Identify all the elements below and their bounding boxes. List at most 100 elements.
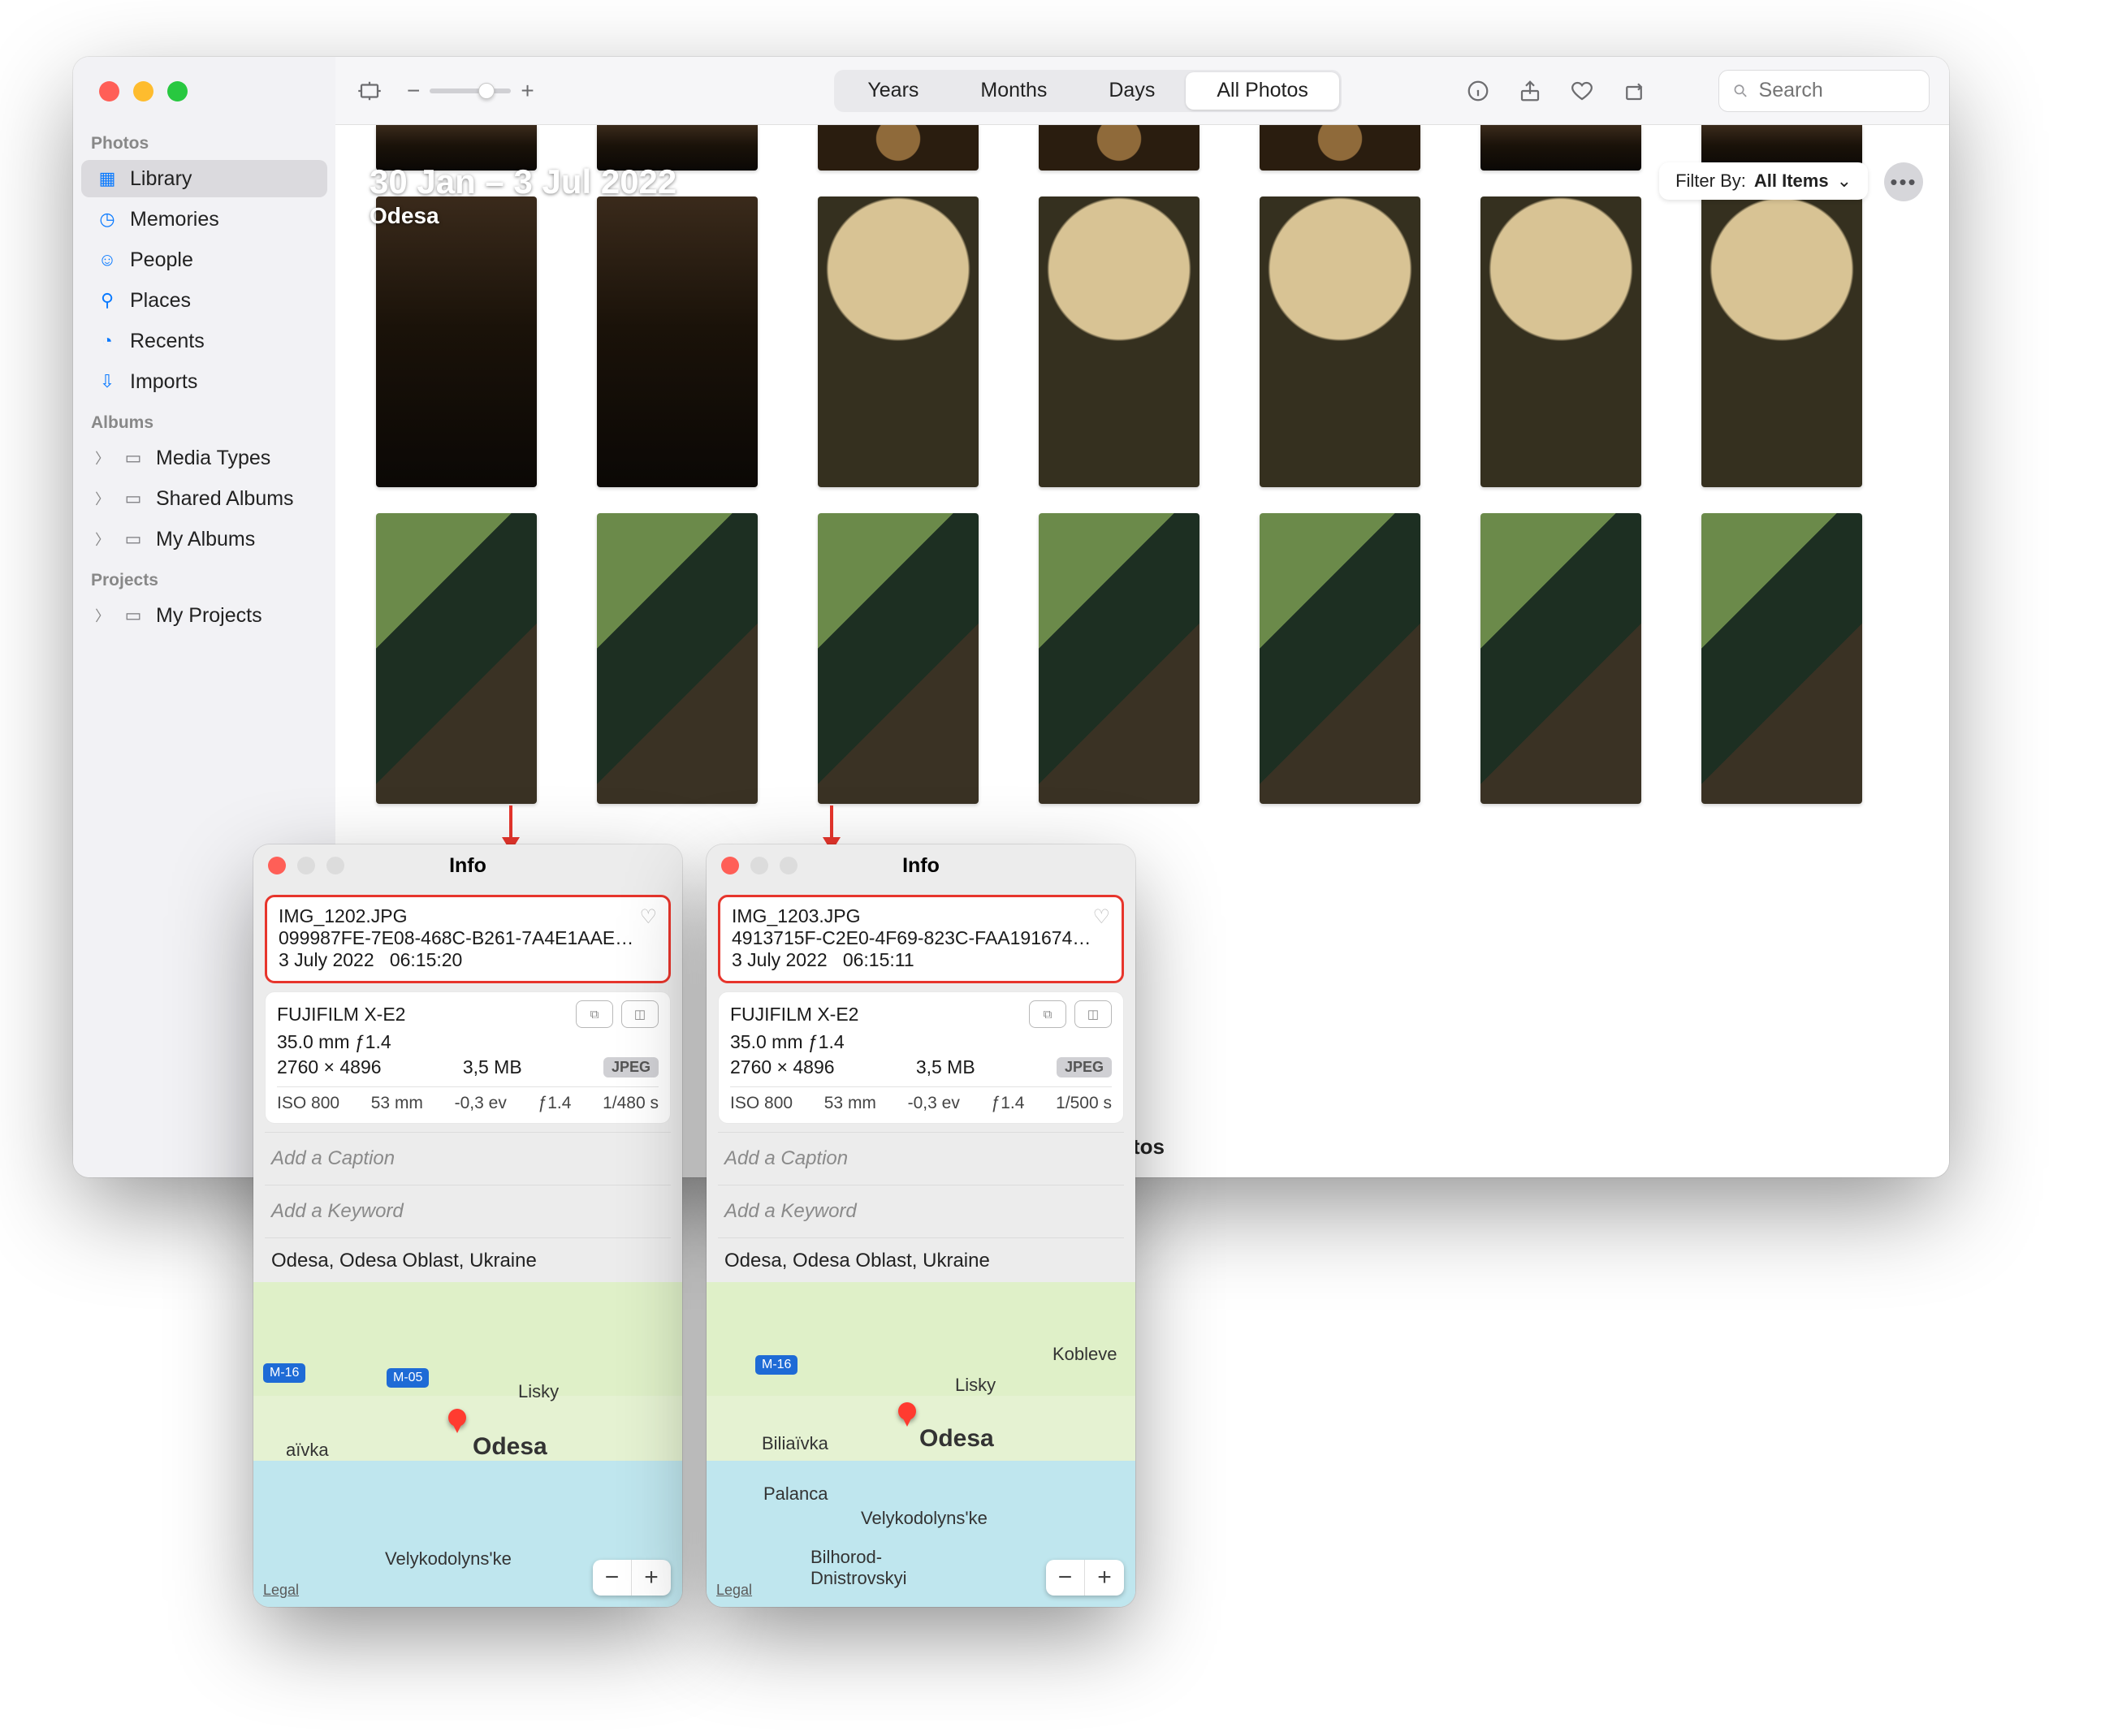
toolbar: − + Years Months Days All Photos [335, 57, 1949, 125]
photo-thumbnail[interactable] [1260, 513, 1420, 804]
sidebar-item-my-projects[interactable]: 〉 ▭ My Projects [81, 597, 327, 634]
map-pin-icon [448, 1409, 466, 1427]
sidebar-item-label: My Projects [156, 604, 262, 628]
location-text[interactable]: Odesa, Odesa Oblast, Ukraine [265, 1237, 671, 1282]
sidebar-item-label: Shared Albums [156, 487, 294, 511]
fullscreen-window-button[interactable] [167, 81, 188, 101]
zoom-out-icon[interactable]: − [407, 78, 420, 104]
map-city-label: Lisky [518, 1381, 559, 1402]
sidebar-item-library[interactable]: ▦ Library [81, 160, 327, 197]
photo-thumbnail[interactable] [1480, 125, 1641, 171]
heart-icon[interactable]: ♡ [1092, 905, 1110, 929]
map-city-label: Velykodolyns'ke [861, 1508, 988, 1529]
caption-input[interactable]: Add a Caption [265, 1132, 671, 1185]
sidebar-item-recents[interactable]: ◔ Recents [81, 322, 327, 360]
sidebar-item-label: People [130, 248, 193, 272]
filter-button[interactable]: Filter By: All Items ⌄ [1659, 162, 1868, 200]
photo-thumbnail[interactable] [376, 196, 537, 487]
location-text[interactable]: Odesa, Odesa Oblast, Ukraine [718, 1237, 1124, 1282]
photo-thumbnail[interactable] [1480, 196, 1641, 487]
photo-thumbnail[interactable] [818, 125, 979, 171]
photo-thumbnail[interactable] [597, 196, 758, 487]
caption-input[interactable]: Add a Caption [718, 1132, 1124, 1185]
sidebar-item-label: Places [130, 289, 191, 313]
close-window-button[interactable] [721, 857, 739, 874]
photo-thumbnail[interactable] [1480, 513, 1641, 804]
photo-thumbnail[interactable] [597, 513, 758, 804]
location-map[interactable]: M-16 Biliaïvka Palanca Lisky Kobleve Ode… [707, 1282, 1135, 1607]
keyword-input[interactable]: Add a Keyword [718, 1185, 1124, 1237]
seg-days[interactable]: Days [1078, 72, 1186, 110]
sidebar-item-shared-albums[interactable]: 〉 ▭ Shared Albums [81, 480, 327, 517]
sidebar-item-places[interactable]: ⚲ Places [81, 282, 327, 319]
sidebar-item-media-types[interactable]: 〉 ▭ Media Types [81, 439, 327, 477]
zoom-in-icon[interactable]: + [521, 78, 534, 104]
info-toolbar-button[interactable] [1463, 76, 1493, 106]
sidebar-item-imports[interactable]: ⇩ Imports [81, 363, 327, 400]
fullscreen-window-button[interactable] [780, 857, 797, 874]
photo-row [335, 196, 1949, 487]
location-map[interactable]: M-16 M-05 aïvka Lisky Odesa Velykodolyns… [253, 1282, 682, 1607]
map-legal-link[interactable]: Legal [716, 1582, 752, 1599]
share-button[interactable] [1515, 76, 1545, 106]
keyword-input[interactable]: Add a Keyword [265, 1185, 671, 1237]
photo-thumbnail[interactable] [1701, 196, 1862, 487]
file-info-card: ♡ IMG_1203.JPG 4913715F-C2E0-4F69-823C-F… [718, 895, 1124, 983]
map-zoom-out-button[interactable]: − [593, 1560, 632, 1596]
zoom-control[interactable]: − + [407, 78, 534, 104]
map-city-label: Odesa [919, 1425, 994, 1453]
map-zoom-in-button[interactable]: + [1085, 1560, 1124, 1596]
close-window-button[interactable] [268, 857, 286, 874]
folder-icon: ▭ [120, 445, 146, 471]
imports-icon: ⇩ [94, 369, 120, 395]
exif-row: ISO 800 53 mm -0,3 ev ƒ1.4 1/480 s [277, 1086, 659, 1113]
zoom-slider[interactable] [430, 89, 511, 93]
heart-icon[interactable]: ♡ [639, 905, 657, 929]
datetime: 3 July 2022 06:15:20 [279, 949, 657, 971]
search-input[interactable] [1759, 79, 1916, 102]
sidebar-item-label: Memories [130, 208, 219, 231]
chevron-right-icon: 〉 [94, 488, 110, 509]
dimensions: 2760 × 4896 [277, 1056, 382, 1078]
sidebar-item-my-albums[interactable]: 〉 ▭ My Albums [81, 520, 327, 558]
photo-thumbnail[interactable] [376, 513, 537, 804]
photo-thumbnail[interactable] [1039, 196, 1199, 487]
uuid: 099987FE-7E08-468C-B261-7A4E1AAEFA... [279, 927, 639, 949]
more-options-button[interactable]: ••• [1884, 162, 1923, 201]
seg-all-photos[interactable]: All Photos [1186, 72, 1339, 110]
photo-thumbnail[interactable] [1039, 125, 1199, 171]
minimize-window-button[interactable] [750, 857, 768, 874]
favorite-button[interactable] [1567, 76, 1597, 106]
sidebar-item-memories[interactable]: ◷ Memories [81, 201, 327, 238]
photo-thumbnail[interactable] [1260, 196, 1420, 487]
dimensions: 2760 × 4896 [730, 1056, 835, 1078]
minimize-window-button[interactable] [297, 857, 315, 874]
seg-years[interactable]: Years [836, 72, 949, 110]
places-icon: ⚲ [94, 287, 120, 313]
minimize-window-button[interactable] [133, 81, 153, 101]
awb-badge-icon: ◫ [621, 1000, 659, 1028]
rotate-button[interactable] [1619, 76, 1649, 106]
sidebar-item-label: Recents [130, 330, 205, 353]
datetime: 3 July 2022 06:15:11 [732, 949, 1110, 971]
camera-model: FUJIFILM X-E2 [277, 1004, 405, 1026]
photo-thumbnail[interactable] [1701, 513, 1862, 804]
photo-thumbnail[interactable] [1039, 513, 1199, 804]
map-legal-link[interactable]: Legal [263, 1582, 299, 1599]
map-city-label: Bilhorod- Dnistrovskyi [810, 1547, 907, 1589]
map-city-label: Kobleve [1052, 1344, 1117, 1365]
map-zoom-in-button[interactable]: + [632, 1560, 671, 1596]
location-subtitle: Odesa [370, 203, 676, 229]
fullscreen-window-button[interactable] [326, 857, 344, 874]
view-segmented-control: Years Months Days All Photos [834, 70, 1342, 112]
photo-thumbnail[interactable] [1260, 125, 1420, 171]
search-field[interactable] [1718, 70, 1930, 112]
close-window-button[interactable] [99, 81, 119, 101]
chevron-right-icon: 〉 [94, 447, 110, 469]
map-zoom-out-button[interactable]: − [1046, 1560, 1085, 1596]
photo-thumbnail[interactable] [818, 196, 979, 487]
aspect-ratio-button[interactable] [355, 76, 384, 106]
photo-thumbnail[interactable] [818, 513, 979, 804]
sidebar-item-people[interactable]: ☺ People [81, 241, 327, 279]
seg-months[interactable]: Months [949, 72, 1078, 110]
